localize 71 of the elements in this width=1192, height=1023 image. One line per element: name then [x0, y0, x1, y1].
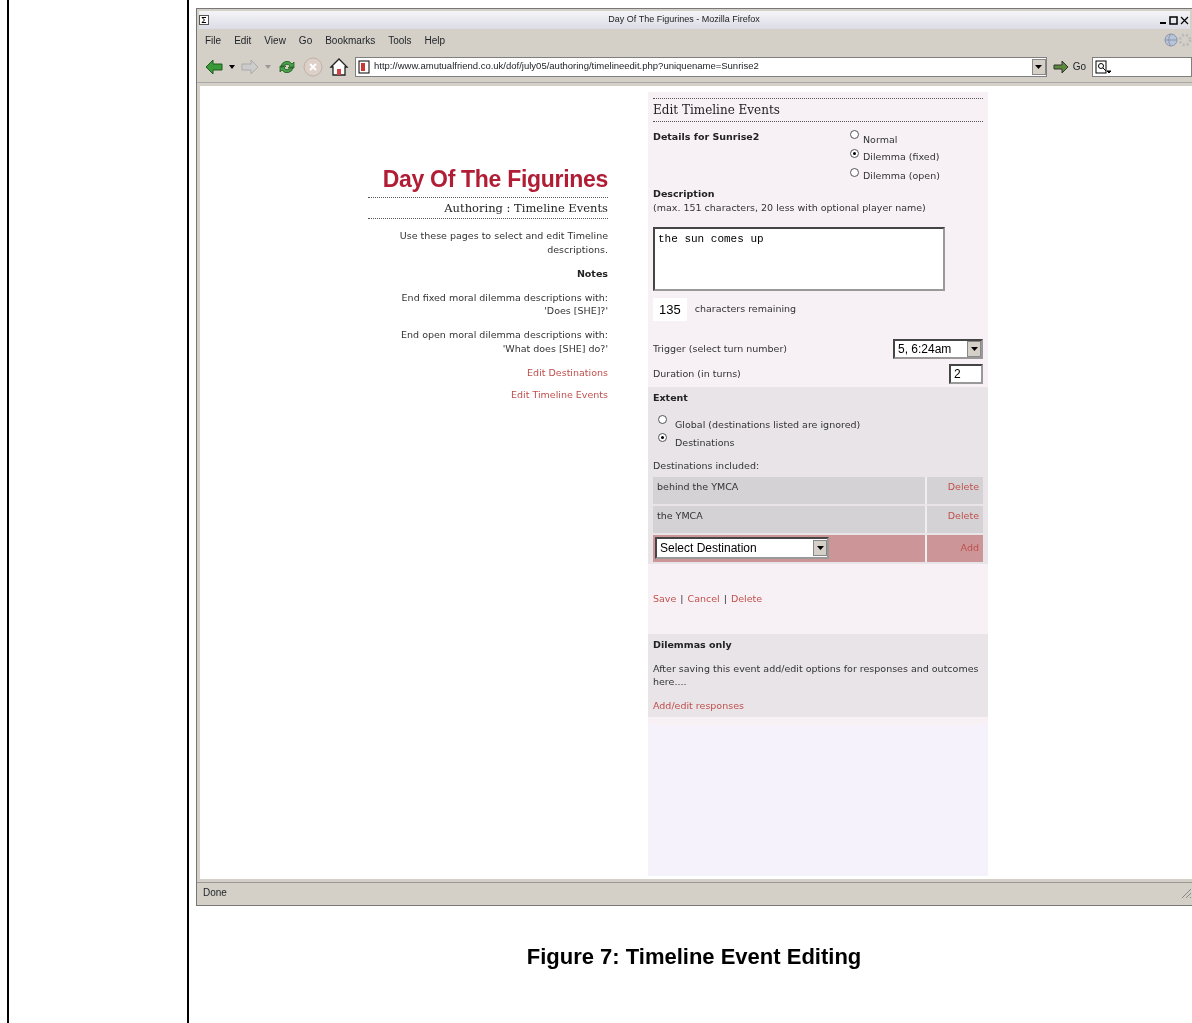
description-field[interactable]: the sun comes up: [653, 226, 945, 291]
menu-item[interactable]: File: [205, 32, 222, 48]
action-link[interactable]: Cancel: [687, 591, 720, 606]
note-text: End fixed moral dilemma descriptions with: 'Does [SHE]?': [400, 290, 608, 319]
search-icon: [1095, 59, 1111, 74]
radio-button[interactable]: [658, 433, 667, 443]
details-label: Details for Sunrise2: [653, 130, 761, 144]
destination-name: the YMCA: [653, 505, 927, 533]
app-icon: [199, 15, 209, 25]
go-button[interactable]: Go: [1052, 59, 1086, 74]
radio-label: Dilemma (fixed): [863, 150, 940, 164]
menu-item[interactable]: Edit: [234, 32, 252, 48]
separator-text: |: [723, 591, 727, 606]
site-title: Day Of The Figurines: [381, 168, 608, 191]
back-icon[interactable]: [205, 58, 223, 75]
field-label: Duration (in turns): [653, 366, 742, 381]
destination-name: behind the YMCA: [653, 476, 927, 504]
section-heading: Extent: [653, 391, 689, 405]
radio-label: Global (destinations listed are ignored): [675, 418, 861, 433]
nav-link[interactable]: Edit Destinations: [368, 365, 608, 380]
radio-label: Dilemma (open): [863, 169, 940, 183]
radio-label: Destinations: [675, 436, 735, 451]
radio-button[interactable]: [850, 130, 859, 139]
radio-button[interactable]: [850, 168, 859, 177]
field-label: Trigger (select turn number): [653, 341, 789, 356]
throbber-icon: [1178, 33, 1192, 47]
caret-icon: [816, 546, 824, 550]
caret-icon: [970, 347, 978, 351]
window-title: Day Of The Figurines - Mozilla Firefox: [607, 13, 761, 27]
intro-text: Use these pages to select and edit Timeline descriptions.: [398, 229, 608, 257]
go-icon: [1052, 59, 1069, 74]
close-icon[interactable]: [1179, 15, 1190, 25]
nav-link[interactable]: Edit Timeline Events: [368, 388, 608, 403]
trigger-select[interactable]: 5, 6:24am: [893, 339, 983, 359]
note-text: End open moral dilemma descriptions with: 'What does [SHE] do?': [400, 328, 608, 356]
hint-text: (max. 151 characters, 20 less with optional player name): [653, 201, 927, 216]
radio-button[interactable]: [658, 415, 667, 425]
duration-field[interactable]: 2: [949, 364, 983, 384]
home-icon[interactable]: [329, 56, 349, 77]
form-heading: Edit Timeline Events: [653, 98, 983, 122]
caret-icon: [1035, 64, 1043, 69]
separator-text: |: [680, 591, 684, 606]
figure-caption: Figure 7: Timeline Event Editing: [525, 943, 863, 971]
dropdown-button[interactable]: [1031, 58, 1046, 75]
url-field[interactable]: http://www.amutualfriend.co.uk/dof/july05/authoring/timelineedit.php?uniquename=Sunrise2: [355, 56, 1047, 77]
destination-select[interactable]: Select Destination: [655, 537, 829, 559]
menu-item[interactable]: Bookmarks: [325, 32, 376, 48]
section-heading: Dilemmas only: [653, 637, 733, 652]
menu-item[interactable]: Tools: [388, 32, 412, 48]
page-icon: [358, 59, 370, 74]
action-link[interactable]: Save: [653, 591, 677, 606]
counter-label: characters remaining: [694, 302, 797, 317]
maximize-icon[interactable]: [1168, 15, 1179, 25]
search-field[interactable]: [1092, 56, 1192, 77]
page-subtitle: Authoring : Timeline Events: [368, 197, 608, 220]
menu-item[interactable]: Go: [298, 32, 313, 48]
field-label: Description: [653, 187, 716, 201]
resize-grip-icon: [1180, 886, 1192, 899]
menu-item[interactable]: Help: [424, 32, 446, 48]
character-count: 135: [653, 297, 687, 321]
notes-heading: Notes: [575, 266, 608, 281]
status-text: Done: [203, 886, 228, 900]
globe-icon: [1164, 33, 1178, 47]
menu-item[interactable]: View: [264, 32, 286, 48]
radio-button[interactable]: [850, 149, 859, 158]
action-link[interactable]: Delete: [730, 591, 763, 606]
caret-icon[interactable]: [229, 64, 235, 69]
responses-link[interactable]: Add/edit responses: [653, 698, 983, 713]
info-text: After saving this event add/edit options for responses and outcomes here....: [653, 662, 980, 689]
radio-label: Normal: [863, 133, 898, 147]
list-label: Destinations included:: [653, 459, 761, 474]
